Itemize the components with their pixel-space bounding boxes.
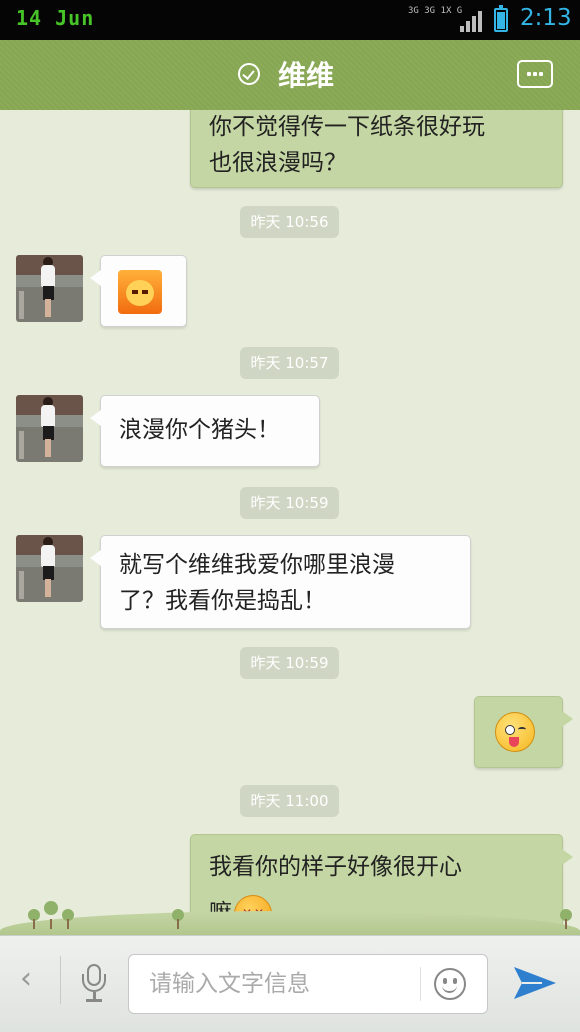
divider xyxy=(420,967,421,1001)
timestamp: 昨天 10:56 xyxy=(240,206,339,238)
wink-tongue-emoticon-icon xyxy=(495,712,535,752)
chevron-left-icon[interactable]: ‹ xyxy=(20,964,32,994)
check-circle-icon xyxy=(238,63,260,85)
tree-decoration xyxy=(44,901,58,915)
microphone-icon[interactable] xyxy=(80,964,108,1004)
message-input-placeholder: 请输入文字信息 xyxy=(149,971,310,997)
timestamp: 昨天 10:59 xyxy=(240,487,339,519)
fire-angry-emoticon-icon xyxy=(118,270,162,314)
battery-icon xyxy=(494,5,508,32)
contact-name[interactable]: 维维 xyxy=(278,54,334,94)
battery-level xyxy=(497,12,505,29)
smiley-icon[interactable] xyxy=(434,968,466,1000)
avatar[interactable] xyxy=(16,395,83,462)
message-incoming[interactable]: 浪漫你个猪头！ xyxy=(90,395,320,467)
message-line: 也很浪漫吗？ xyxy=(209,150,347,176)
message-line: 你不觉得传一下纸条很好玩 xyxy=(209,114,485,140)
message-line: 我看你的样子好像很开心 xyxy=(209,854,462,880)
message-list[interactable]: 你不觉得传一下纸条很好玩 也很浪漫吗？ 昨天 10:56 昨天 10:57 浪漫… xyxy=(0,110,580,935)
network-indicator: 3G 3G 1X G xyxy=(408,6,462,16)
message-line: 了？我看你是捣乱！ xyxy=(119,588,326,614)
message-input-bar: ‹ 请输入文字信息 xyxy=(0,935,580,1032)
timestamp: 昨天 10:59 xyxy=(240,647,339,679)
send-icon[interactable] xyxy=(512,963,558,1003)
timestamp: 昨天 11:00 xyxy=(240,785,339,817)
message-line: 就写个维维我爱你哪里浪漫 xyxy=(119,552,395,578)
message-line: 浪漫你个猪头！ xyxy=(119,417,280,443)
divider xyxy=(60,956,61,1004)
chat-header: 维维 xyxy=(0,40,580,116)
message-incoming-emoji[interactable] xyxy=(90,255,187,327)
status-bar: 14 Jun 3G 3G 1X G 2:13 xyxy=(0,0,580,40)
signal-icon xyxy=(460,10,484,32)
more-icon[interactable] xyxy=(517,60,553,88)
avatar[interactable] xyxy=(16,255,83,322)
message-outgoing[interactable]: 你不觉得传一下纸条很好玩 也很浪漫吗？ xyxy=(190,110,563,188)
message-incoming[interactable]: 就写个维维我爱你哪里浪漫 了？我看你是捣乱！ xyxy=(90,535,471,629)
status-date: 14 Jun xyxy=(16,6,95,30)
message-outgoing-emoji[interactable] xyxy=(474,696,573,768)
network-3g1x-label: 3G 1X xyxy=(424,6,452,16)
avatar[interactable] xyxy=(16,535,83,602)
network-3g-label: 3G xyxy=(408,6,419,16)
status-time: 2:13 xyxy=(520,5,572,31)
timestamp: 昨天 10:57 xyxy=(240,347,339,379)
